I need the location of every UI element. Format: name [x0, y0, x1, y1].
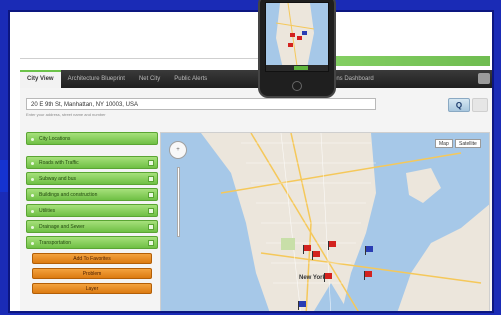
sidebar-item-label: Utilities — [39, 208, 56, 214]
checkbox-icon[interactable] — [148, 160, 154, 166]
stage: City View Architecture Blueprint Net Cit… — [0, 0, 501, 315]
blue-flag-icon[interactable] — [298, 301, 306, 310]
checkbox-icon[interactable] — [148, 208, 154, 214]
address-hint: Enter your address, street name and numb… — [26, 112, 106, 117]
checkbox-icon[interactable] — [148, 240, 154, 246]
sidebar-item-buildings[interactable]: Buildings and construction — [26, 188, 158, 201]
sidebar-item-drainage[interactable]: Drainage and Sewer — [26, 220, 158, 233]
phone-map — [266, 3, 328, 71]
home-button-icon — [292, 81, 302, 91]
nav-bar: City View Architecture Blueprint Net Cit… — [20, 70, 492, 88]
header-rule — [20, 58, 260, 59]
sidebar-item-label: Transportation — [39, 240, 72, 246]
add-favorites-button[interactable]: Add To Favorites — [32, 253, 152, 264]
bullet-icon — [31, 210, 34, 213]
tab-net-city[interactable]: Net City — [132, 70, 167, 88]
bullet-icon — [31, 226, 34, 229]
red-flag-icon[interactable] — [303, 245, 311, 254]
bullet-icon — [31, 194, 34, 197]
map-type-map-button[interactable]: Map — [435, 139, 453, 148]
tab-architecture[interactable]: Architecture Blueprint — [61, 70, 132, 88]
nav-menu-icon[interactable] — [478, 73, 490, 84]
secondary-button[interactable] — [472, 98, 488, 112]
sidebar-item-label: City Locations — [39, 136, 71, 142]
map-view[interactable]: Map Satellite + New York — [160, 132, 490, 311]
sidebar-item-roads[interactable]: Roads with Traffic — [26, 156, 158, 169]
bullet-icon — [31, 162, 34, 165]
problem-button[interactable]: Problem — [32, 268, 152, 279]
app-window: City View Architecture Blueprint Net Cit… — [8, 10, 494, 313]
map-city-label: New York — [299, 275, 326, 281]
red-flag-icon[interactable] — [328, 241, 336, 250]
checkbox-icon[interactable] — [148, 192, 154, 198]
phone-status-bar — [266, 65, 328, 71]
red-flag-icon[interactable] — [324, 273, 332, 282]
sidebar-item-label: Drainage and Sewer — [39, 224, 85, 230]
zoom-slider[interactable] — [177, 167, 180, 237]
phone-device — [258, 0, 336, 98]
sidebar-item-label: Roads with Traffic — [39, 160, 79, 166]
sidebar-item-transportation[interactable]: Transportation — [26, 236, 158, 249]
flag-pole — [298, 301, 299, 310]
blue-flag-icon[interactable] — [365, 246, 373, 255]
red-flag-icon[interactable] — [312, 251, 320, 260]
address-input[interactable]: 20 E 9th St, Manhattan, NY 10003, USA — [26, 98, 376, 110]
main-content: 20 E 9th St, Manhattan, NY 10003, USA En… — [20, 88, 492, 311]
bullet-icon — [31, 138, 34, 141]
checkbox-icon[interactable] — [148, 176, 154, 182]
sidebar-header-layers[interactable]: City Locations — [26, 132, 158, 145]
phone-screen — [265, 2, 329, 72]
flag-pole — [324, 273, 325, 282]
tab-city-view[interactable]: City View — [20, 70, 61, 88]
sidebar-item-utilities[interactable]: Utilities — [26, 204, 158, 217]
flag-pole — [365, 246, 366, 255]
flag-pole — [312, 251, 313, 260]
header — [10, 12, 492, 70]
bullet-icon — [31, 242, 34, 245]
flag-pole — [364, 271, 365, 280]
map-type-satellite-button[interactable]: Satellite — [455, 139, 481, 148]
flag-pole — [328, 241, 329, 250]
sidebar-item-subway[interactable]: Subway and bus — [26, 172, 158, 185]
layer-button[interactable]: Layer — [32, 283, 152, 294]
red-flag-icon[interactable] — [364, 271, 372, 280]
search-button[interactable]: Q — [448, 98, 470, 112]
pan-control-icon[interactable]: + — [169, 141, 187, 159]
tab-public-alerts[interactable]: Public Alerts — [167, 70, 214, 88]
checkbox-icon[interactable] — [148, 224, 154, 230]
map-canvas — [161, 133, 489, 311]
sidebar: City Locations Roads with Traffic Subway… — [26, 132, 158, 298]
bullet-icon — [31, 178, 34, 181]
phone-status-indicator — [294, 66, 308, 70]
flag-pole — [303, 245, 304, 254]
sidebar-item-label: Buildings and construction — [39, 192, 98, 198]
sidebar-item-label: Subway and bus — [39, 176, 76, 182]
